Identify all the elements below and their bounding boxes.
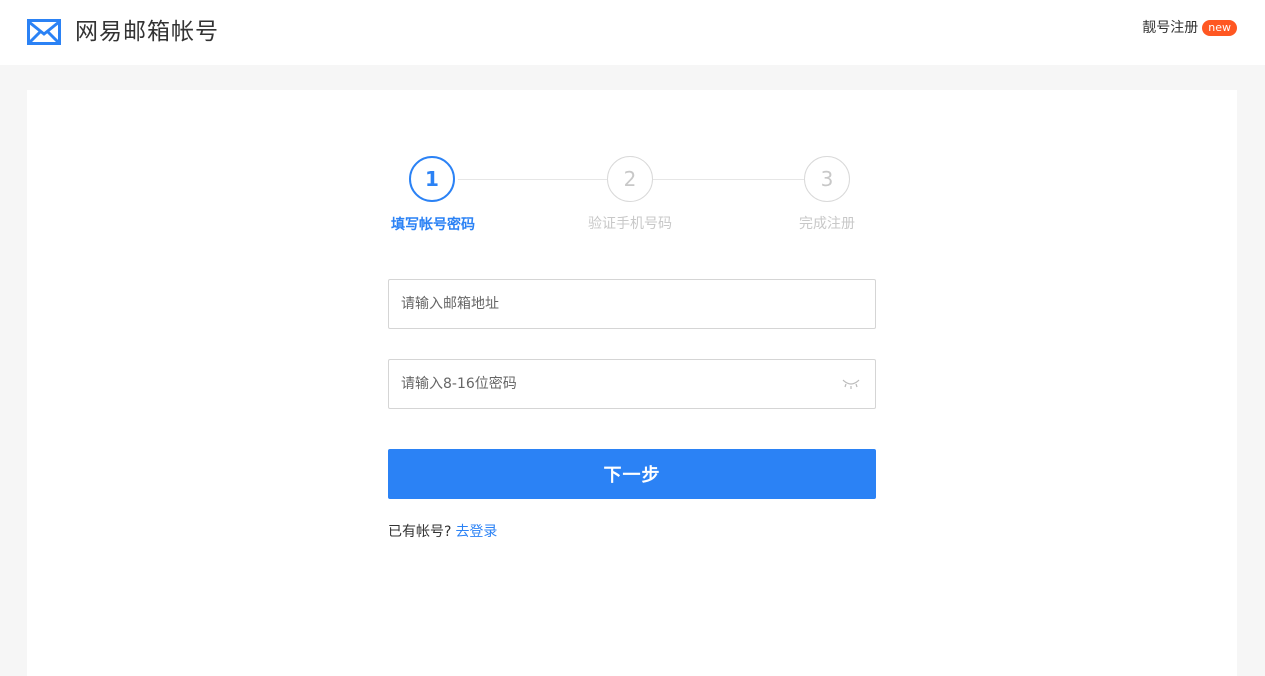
step-1-label: 填写帐号密码 bbox=[391, 217, 475, 233]
new-badge: new bbox=[1202, 20, 1237, 36]
eye-closed-icon[interactable] bbox=[842, 378, 860, 390]
register-card: 1 填写帐号密码 2 验证手机号码 3 完成注册 下一步 已有帐号?去登录 bbox=[27, 90, 1237, 676]
go-login-link[interactable]: 去登录 bbox=[455, 524, 497, 540]
premium-register[interactable]: 靓号注册 new bbox=[1142, 18, 1237, 38]
step-connector-2 bbox=[653, 179, 804, 180]
step-3-label: 完成注册 bbox=[799, 216, 855, 232]
brand-title: 网易邮箱帐号 bbox=[75, 19, 219, 45]
step-1-circle: 1 bbox=[409, 156, 455, 202]
password-field[interactable] bbox=[388, 359, 876, 409]
mail-envelope-icon[interactable] bbox=[27, 19, 61, 45]
step-2-label: 验证手机号码 bbox=[588, 216, 672, 232]
login-prompt: 已有帐号? 去登录 bbox=[388, 522, 497, 542]
have-account-text: 已有帐号? bbox=[388, 524, 452, 540]
step-3-circle: 3 bbox=[804, 156, 850, 202]
password-input[interactable] bbox=[389, 360, 829, 408]
email-input[interactable] bbox=[389, 280, 829, 328]
step-2-circle: 2 bbox=[607, 156, 653, 202]
top-header: 网易邮箱帐号 靓号注册 new bbox=[0, 0, 1265, 65]
premium-register-link[interactable]: 靓号注册 bbox=[1142, 18, 1198, 38]
next-step-button[interactable]: 下一步 bbox=[388, 449, 876, 499]
email-field[interactable] bbox=[388, 279, 876, 329]
step-connector-1 bbox=[458, 179, 607, 180]
step-progress: 1 填写帐号密码 2 验证手机号码 3 完成注册 bbox=[27, 90, 1237, 250]
